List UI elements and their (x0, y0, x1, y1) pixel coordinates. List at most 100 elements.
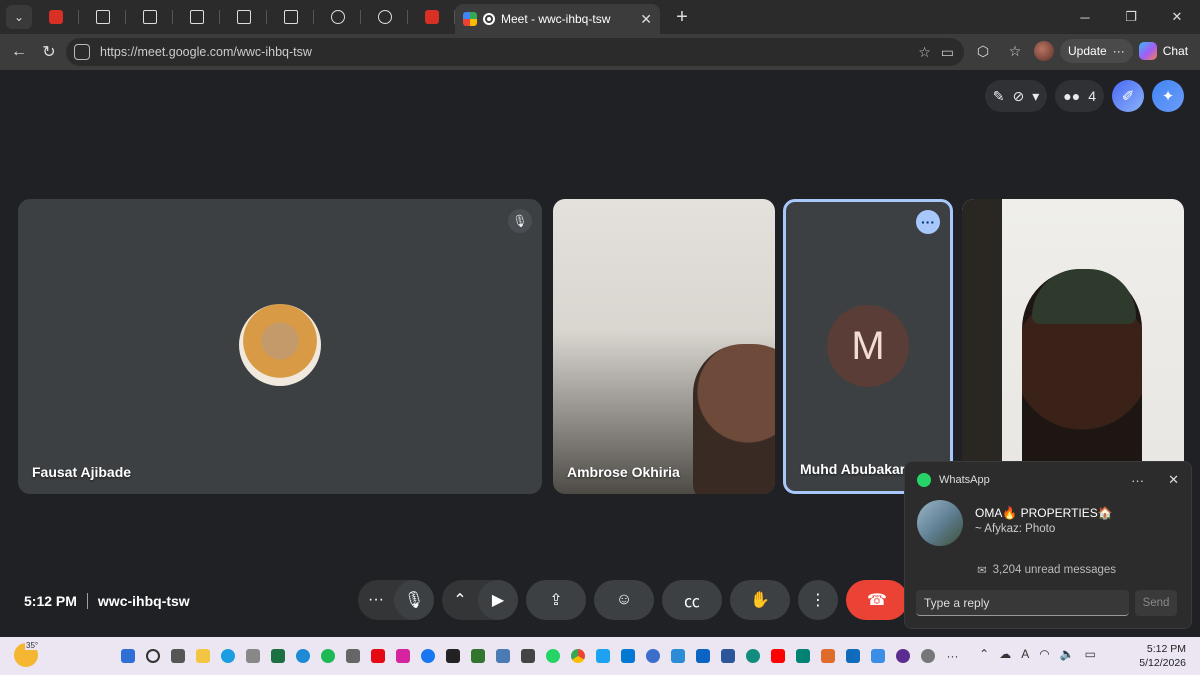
address-bar[interactable]: https://meet.google.com/wwc-ihbq-tsw ☆ ▭ (66, 38, 964, 66)
raise-hand-button[interactable]: ✋ (730, 580, 790, 620)
edge-button[interactable] (218, 643, 237, 669)
app-button[interactable] (493, 643, 512, 669)
spotify-button[interactable] (318, 643, 337, 669)
microphone-button[interactable]: 🎙 (394, 580, 434, 620)
profile-avatar[interactable] (1034, 41, 1054, 61)
tab-pdf-2[interactable] (408, 0, 455, 34)
update-button[interactable]: Update ··· (1060, 39, 1133, 63)
participant-tile[interactable]: Ambrose Okhiria (553, 199, 775, 494)
camera-button[interactable]: ▶ (478, 580, 518, 620)
tab-doc-1[interactable] (79, 0, 126, 34)
taskbar: 35° ··· ⌃ ☁ A ◠ 🔈 ▭ 5:12 PM 5/12/2026 (0, 637, 1200, 675)
notes-icon[interactable]: ✎ (993, 88, 1005, 105)
twitter-button[interactable] (593, 643, 612, 669)
meeting-code[interactable]: wwc-ihbq-tsw (98, 593, 190, 609)
close-icon[interactable]: ✕ (640, 11, 652, 28)
youtube-button[interactable] (768, 643, 787, 669)
project-button[interactable] (468, 643, 487, 669)
cloud-icon[interactable]: ☁ (999, 647, 1011, 661)
more-options-icon[interactable]: ··· (916, 210, 940, 234)
app-button[interactable] (293, 643, 312, 669)
file-explorer-button[interactable] (193, 643, 212, 669)
tab-web-2[interactable] (361, 0, 408, 34)
tab-doc-3[interactable] (173, 0, 220, 34)
back-button[interactable]: ← (4, 37, 34, 67)
system-clock[interactable]: 5:12 PM 5/12/2026 (1139, 642, 1186, 670)
app-button[interactable] (643, 643, 662, 669)
maximize-button[interactable]: ❐ (1108, 0, 1154, 34)
whatsapp-button[interactable] (543, 643, 562, 669)
volume-icon[interactable]: 🔈 (1060, 647, 1075, 661)
tab-pdf-1[interactable] (32, 0, 79, 34)
overflow-button[interactable]: ··· (943, 643, 962, 669)
participant-tile-active[interactable]: ··· M Muhd Abubakar (783, 199, 953, 494)
reload-button[interactable]: ↻ (34, 37, 64, 67)
chevron-up-icon[interactable]: ⌃ (979, 647, 989, 661)
app-button[interactable] (618, 643, 637, 669)
outlook-button[interactable] (693, 643, 712, 669)
notification-more-button[interactable]: ··· (1131, 473, 1144, 488)
app-button[interactable] (818, 643, 837, 669)
mail-icon (345, 649, 360, 663)
notification-close-button[interactable]: ✕ (1168, 472, 1179, 488)
chrome-button[interactable] (568, 643, 587, 669)
participants-button[interactable]: ●● 4 (1055, 80, 1104, 112)
defender-button[interactable] (843, 643, 862, 669)
camera-icon[interactable]: ▭ (941, 44, 954, 61)
start-button[interactable] (118, 643, 137, 669)
battery-icon[interactable]: ▭ (1085, 647, 1096, 661)
word-button[interactable] (718, 643, 737, 669)
app-button[interactable] (243, 643, 262, 669)
task-view-button[interactable] (168, 643, 187, 669)
photos-button[interactable] (868, 643, 887, 669)
extensions-icon[interactable]: ⬡ (970, 38, 996, 64)
instagram-button[interactable] (393, 643, 412, 669)
gemini-button[interactable]: ✦ (1152, 80, 1184, 112)
bing-button[interactable] (793, 643, 812, 669)
search-button[interactable] (143, 643, 162, 669)
facebook-button[interactable] (418, 643, 437, 669)
star-icon[interactable]: ☆ (918, 44, 931, 61)
netflix-button[interactable] (368, 643, 387, 669)
present-button[interactable]: ⇪ (526, 580, 586, 620)
audio-settings-button[interactable]: ··· (358, 580, 394, 620)
video-settings-button[interactable]: ⌃ (442, 580, 478, 620)
participant-tile[interactable]: 🎙 Fausat Ajibade (18, 199, 542, 494)
tab-doc-5[interactable] (267, 0, 314, 34)
language-icon[interactable]: A (1021, 647, 1029, 661)
site-info-icon[interactable] (74, 44, 90, 60)
reply-input[interactable]: Type a reply (916, 590, 1129, 616)
no-video-icon[interactable]: ⊘ (1013, 88, 1025, 105)
calculator-button[interactable] (518, 643, 537, 669)
tab-search-button[interactable]: ⌄ (6, 5, 32, 29)
reactions-button[interactable]: ☺ (594, 580, 654, 620)
favorites-icon[interactable]: ☆ (1002, 38, 1028, 64)
excel-button[interactable] (268, 643, 287, 669)
captions-button[interactable]: ㏄ (662, 580, 722, 620)
more-options-button[interactable]: ⋮ (798, 580, 838, 620)
media-player-button[interactable] (893, 643, 912, 669)
app-button[interactable] (443, 643, 462, 669)
whatsapp-business-button[interactable] (743, 643, 762, 669)
leave-call-button[interactable]: ☎ (846, 580, 908, 620)
participant-tile[interactable] (962, 199, 1184, 494)
settings-button[interactable] (918, 643, 937, 669)
copilot-chat-button[interactable]: Chat (1138, 42, 1188, 60)
mail-button[interactable] (343, 643, 362, 669)
tab-meet-active[interactable]: Meet - wwc-ihbq-tsw ✕ (455, 4, 660, 34)
minimize-button[interactable]: ─ (1062, 0, 1108, 34)
tab-doc-4[interactable] (220, 0, 267, 34)
notification-subtitle: ~ Afykaz: Photo (975, 523, 1056, 535)
host-controls-pill[interactable]: ✎ ⊘ ▾ (984, 80, 1048, 112)
tab-web-1[interactable] (314, 0, 361, 34)
tab-doc-2[interactable] (126, 0, 173, 34)
effects-button[interactable]: ✐ (1112, 80, 1144, 112)
send-button[interactable]: Send (1135, 590, 1177, 616)
app-button[interactable] (668, 643, 687, 669)
search-icon (145, 649, 160, 663)
whatsapp-notification[interactable]: WhatsApp ··· ✕ OMA🔥 PROPERTIES🏠 ~ Afykaz… (904, 461, 1192, 629)
close-window-button[interactable]: ✕ (1154, 0, 1200, 34)
new-tab-button[interactable]: + (666, 6, 698, 29)
chevron-down-icon[interactable]: ▾ (1032, 88, 1039, 105)
wifi-icon[interactable]: ◠ (1039, 647, 1049, 661)
